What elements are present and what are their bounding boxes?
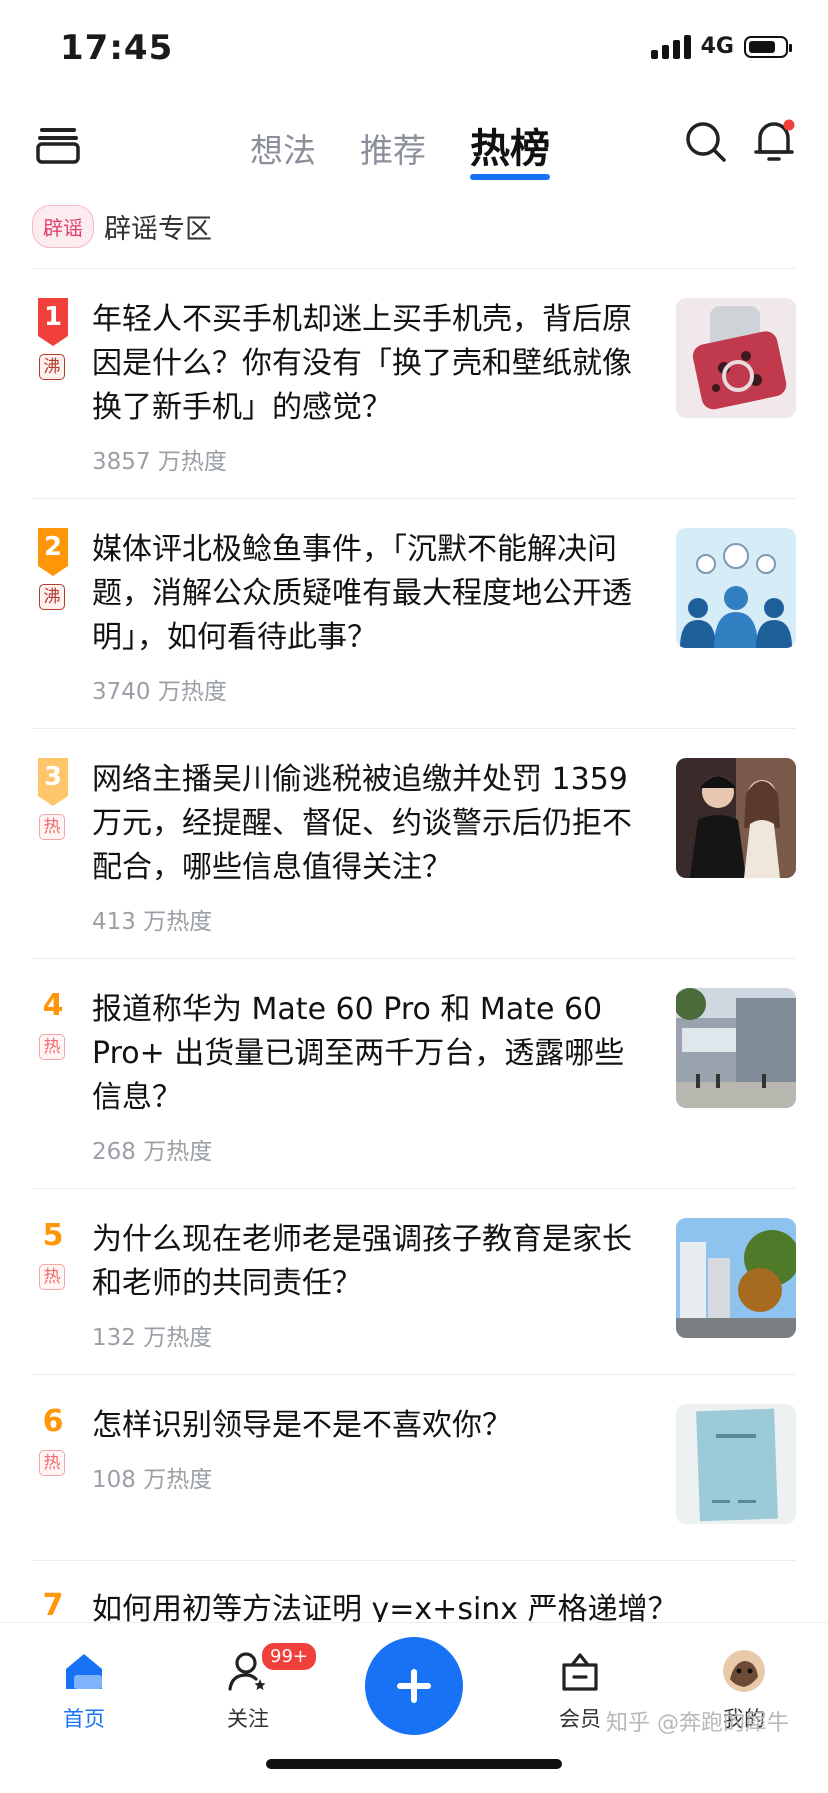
rumor-section[interactable]: 辟谣 辟谣专区 [32, 202, 212, 250]
home-icon [66, 1654, 102, 1689]
hot-tag: 热 [39, 1034, 65, 1060]
boil-tag: 沸 [39, 354, 65, 380]
hot-tag: 热 [39, 814, 65, 840]
divider [32, 498, 796, 499]
stage-people-image [676, 758, 796, 878]
divider [32, 958, 796, 959]
item-title: 报道称华为 Mate 60 Pro 和 Mate 60 Pro+ 出货量已调至两… [92, 992, 625, 1115]
active-tab-indicator [470, 174, 550, 180]
rank-number: 6 [42, 1404, 64, 1439]
battery-icon [744, 35, 792, 58]
nav-follow-label: 关注 [227, 1707, 269, 1731]
rumor-badge: 辟谣 [32, 204, 94, 248]
boil-tag: 沸 [39, 584, 65, 610]
nav-home-label: 首页 [63, 1707, 105, 1731]
item-title: 网络主播吴川偷逃税被追缴并处罚 1359 万元，经提醒、督促、约谈警示后仍拒不配… [92, 762, 632, 885]
divider [32, 1560, 796, 1561]
menu-icon[interactable] [34, 118, 84, 168]
lightbulb-people-image [676, 528, 796, 648]
rank-number: 7 [42, 1588, 64, 1623]
create-button[interactable] [365, 1637, 463, 1735]
vip-bag-icon [562, 1653, 598, 1691]
status-bar: 17:45 4G [0, 0, 828, 100]
top-nav: 想法 推荐 热榜 [0, 100, 828, 200]
tab-recommend[interactable]: 推荐 [360, 124, 426, 172]
rank-number: 5 [42, 1218, 64, 1253]
hot-tag: 热 [39, 1450, 65, 1476]
item-title: 为什么现在老师老是强调孩子教育是家长和老师的共同责任？ [92, 1222, 632, 1301]
divider [32, 1188, 796, 1189]
divider [32, 1374, 796, 1375]
heat-count: 132 万热度 [92, 1325, 213, 1351]
nav-home[interactable]: 首页 [24, 1649, 144, 1733]
heat-count: 413 万热度 [92, 909, 213, 935]
heat-count: 268 万热度 [92, 1139, 213, 1165]
status-time: 17:45 [60, 28, 174, 68]
rumor-label: 辟谣专区 [104, 213, 212, 245]
plus-icon [397, 1669, 431, 1703]
search-icon[interactable] [682, 118, 728, 164]
watermark: 知乎 @奔跑的犀牛 [606, 1711, 789, 1736]
document-image [676, 1404, 796, 1524]
network-type: 4G [700, 34, 734, 59]
item-title: 年轻人不买手机却迷上买手机壳，背后原因是什么？你有没有「换了壳和壁纸就像换了新手… [92, 302, 632, 425]
item-title: 怎样识别领导是不是不喜欢你？ [92, 1408, 512, 1443]
item-title: 媒体评北极鲶鱼事件，「沉默不能解决问题，消解公众质疑唯有最大程度地公开透明」，如… [92, 532, 632, 655]
avatar-icon [723, 1650, 765, 1692]
divider [32, 268, 796, 269]
rank-badge: 2 [38, 528, 68, 576]
notification-badge: 99+ [260, 1641, 318, 1672]
rank-number: 4 [42, 988, 64, 1023]
home-indicator [266, 1759, 562, 1769]
signal-icon [650, 34, 691, 59]
heat-count: 108 万热度 [92, 1467, 213, 1493]
tab-hot-list[interactable]: 热榜 [470, 116, 550, 180]
heat-count: 3740 万热度 [92, 679, 227, 705]
bottom-nav: 首页 关注 99+ 会员 我的 知乎 @奔跑的犀牛 [0, 1622, 828, 1793]
store-building-image [676, 988, 796, 1108]
hot-tag: 热 [39, 1264, 65, 1290]
bell-icon[interactable] [750, 116, 798, 164]
heat-count: 3857 万热度 [92, 449, 227, 475]
phone-case-image [676, 298, 796, 418]
rank-badge: 3 [38, 758, 68, 806]
divider [32, 728, 796, 729]
tab-ideas[interactable]: 想法 [250, 124, 316, 172]
city-trees-image [676, 1218, 796, 1338]
rank-badge: 1 [38, 298, 68, 346]
